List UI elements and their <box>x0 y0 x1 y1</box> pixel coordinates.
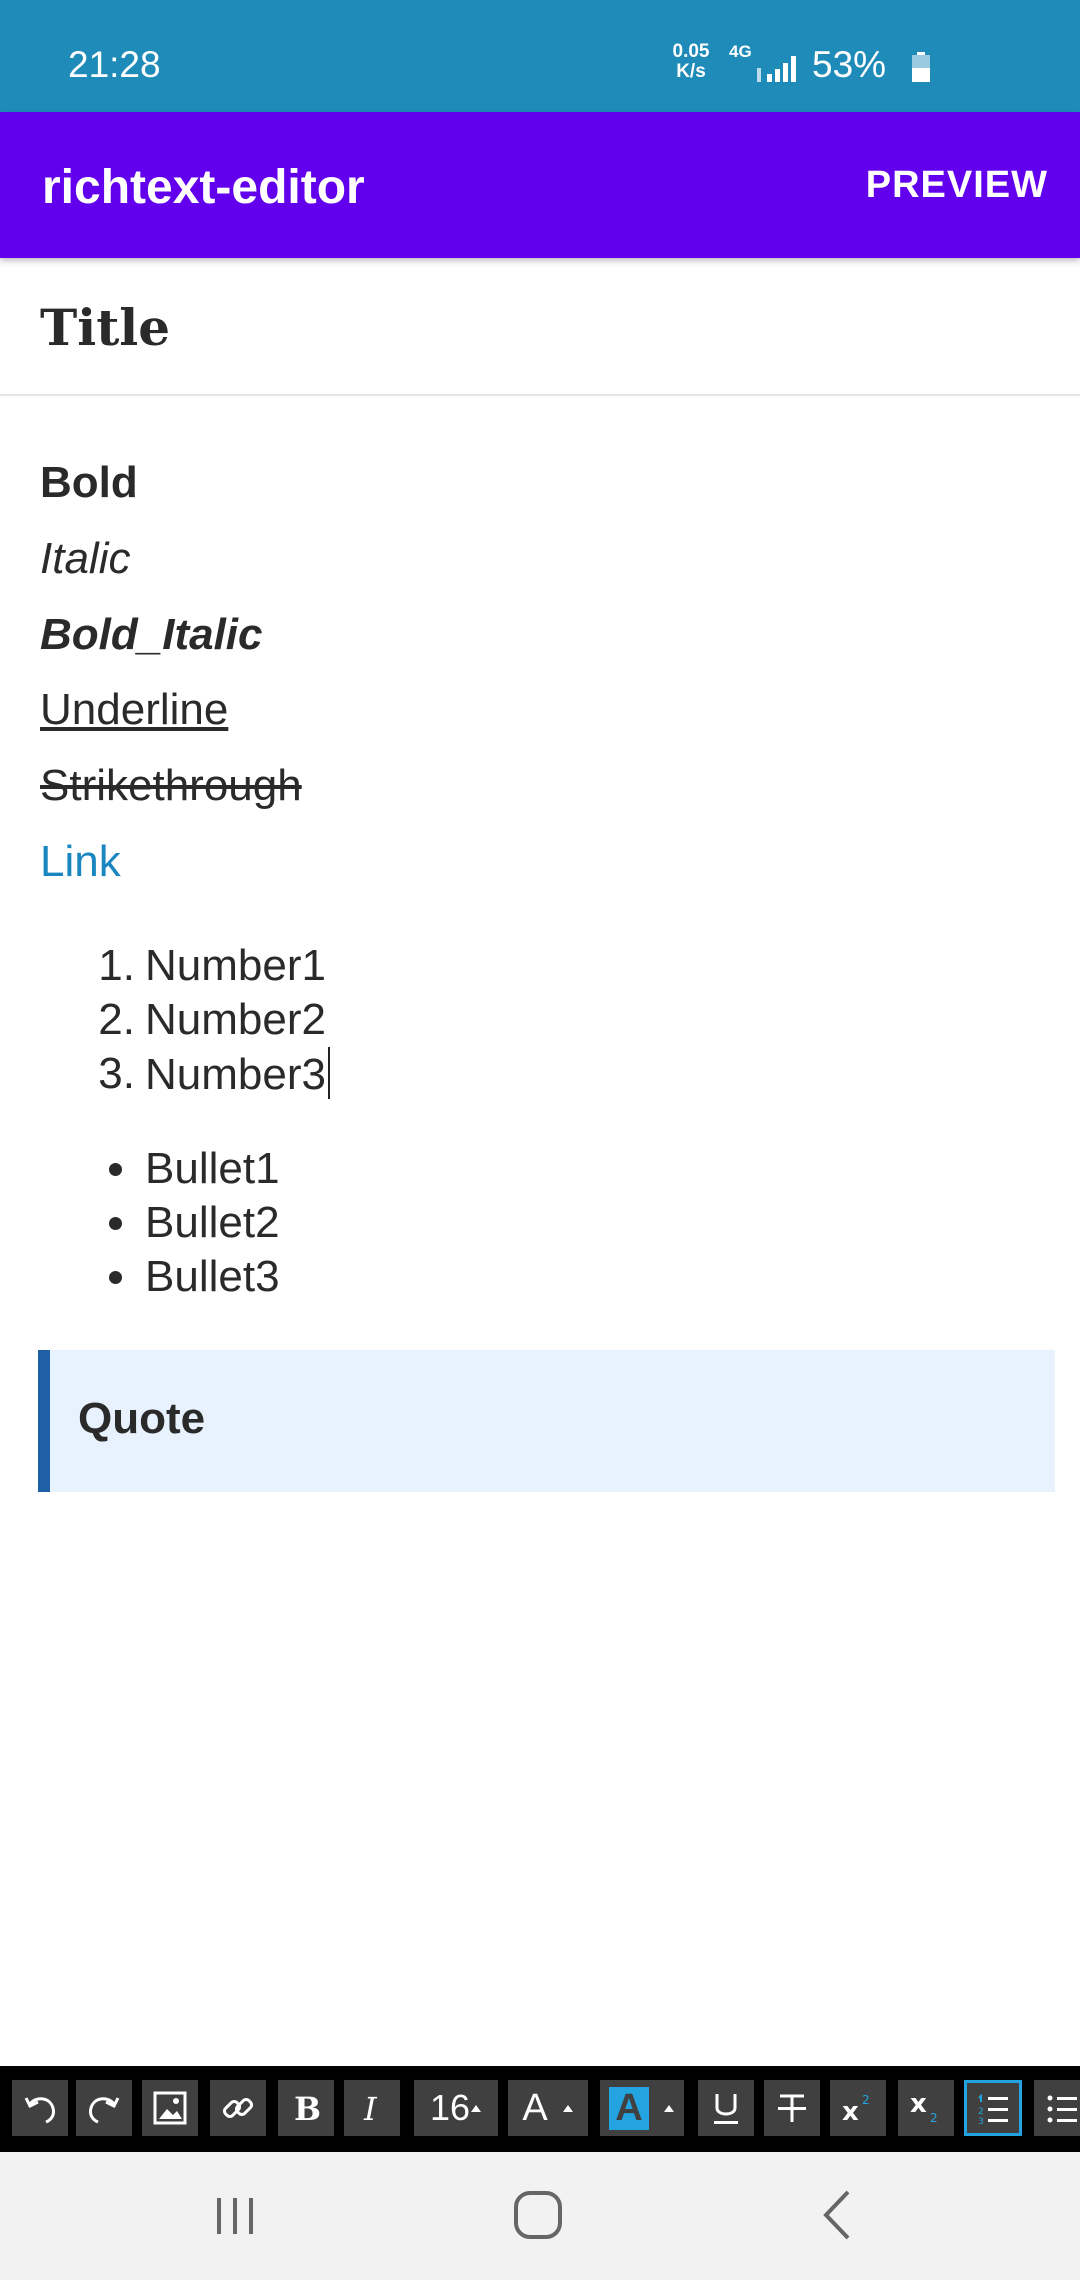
underline-icon <box>714 2094 738 2124</box>
italic-text: Italic <box>40 534 131 583</box>
svg-text:3: 3 <box>978 2117 984 2127</box>
signal-icon <box>757 56 796 82</box>
list-marker: 2. <box>98 995 135 1044</box>
redo-icon <box>89 2097 120 2124</box>
svg-text:2: 2 <box>978 2107 984 2117</box>
redo-button[interactable] <box>76 2080 132 2136</box>
list-item-text: Bullet2 <box>145 1198 280 1247</box>
chevron-up-icon <box>663 2105 674 2112</box>
network-type: 4G <box>729 42 752 61</box>
text-cursor <box>327 1047 330 1099</box>
superscript-button[interactable]: x2 <box>830 2080 886 2136</box>
battery-icon <box>912 52 930 82</box>
bold-icon: B <box>294 2090 321 2128</box>
undo-icon <box>24 2097 55 2124</box>
status-time: 21:28 <box>68 44 161 85</box>
font-size-button[interactable]: 16 <box>414 2080 498 2136</box>
home-button[interactable] <box>498 2184 578 2248</box>
recent-apps-icon <box>217 2198 253 2234</box>
underline-button[interactable] <box>698 2080 754 2136</box>
app-bar: richtext-editor PREVIEW <box>0 112 1080 258</box>
system-navigation-bar <box>0 2152 1080 2280</box>
home-icon <box>514 2191 562 2239</box>
list-item: 1. Number1 <box>98 939 330 993</box>
formatting-toolbar: B I 16 A A x2 x2 23 <box>0 2066 1080 2152</box>
title-field[interactable]: Title <box>0 258 1080 396</box>
insert-image-button[interactable] <box>142 2080 198 2136</box>
italic-icon: I <box>363 2090 378 2128</box>
list-item: 3. Number3 <box>98 1047 330 1101</box>
status-indicators: 0.05 K/s 4G 53% <box>667 42 937 90</box>
list-marker: 3. <box>98 1049 135 1098</box>
italic-button[interactable]: I <box>344 2080 400 2136</box>
numbered-list: 1. Number1 2. Number2 3. Number3 <box>98 939 330 1101</box>
svg-text:x: x <box>910 2089 927 2119</box>
superscript-icon: x2 <box>842 2093 870 2127</box>
network-speed-unit: K/s <box>676 61 706 82</box>
subscript-icon: x2 <box>910 2089 938 2125</box>
link-icon <box>222 2097 254 2119</box>
background-color-icon: A <box>609 2086 649 2130</box>
svg-text:x: x <box>842 2097 859 2127</box>
recent-apps-button[interactable] <box>195 2184 275 2248</box>
chevron-up-icon <box>562 2105 573 2112</box>
rich-text-editor[interactable]: Bold Italic Bold_Italic Underline Strike… <box>0 396 1080 2066</box>
subscript-button[interactable]: x2 <box>898 2080 954 2136</box>
undo-button[interactable] <box>12 2080 68 2136</box>
bullet-icon <box>109 1217 122 1230</box>
app-title: richtext-editor <box>42 161 365 214</box>
numbered-list-button[interactable]: 23 <box>964 2080 1022 2136</box>
list-item-text: Bullet1 <box>145 1144 280 1193</box>
insert-link-button[interactable] <box>210 2080 266 2136</box>
strikethrough-button[interactable] <box>764 2080 820 2136</box>
bold-italic-text: Bold_Italic <box>40 610 263 659</box>
list-item: Bullet1 <box>109 1142 280 1196</box>
svg-text:2: 2 <box>930 2111 938 2125</box>
strikethrough-text: Strikethrough <box>40 761 302 810</box>
font-color-button[interactable]: A <box>508 2080 588 2136</box>
bullet-list: Bullet1 Bullet2 Bullet3 <box>109 1142 280 1304</box>
list-item-text: Number1 <box>145 941 326 990</box>
list-item-text: Bullet3 <box>145 1252 280 1301</box>
list-item: 2. Number2 <box>98 993 330 1047</box>
list-marker: 1. <box>98 941 135 990</box>
status-bar: 21:28 0.05 K/s 4G 53% <box>0 0 1080 112</box>
back-button[interactable] <box>800 2184 880 2248</box>
back-icon <box>823 2190 850 2240</box>
svg-text:2: 2 <box>862 2093 870 2107</box>
underline-text: Underline <box>40 685 229 734</box>
bold-text: Bold <box>40 458 138 507</box>
svg-text:B: B <box>294 2090 321 2128</box>
list-item-text: Number3 <box>145 1050 326 1099</box>
preview-button[interactable]: PREVIEW <box>866 164 1048 207</box>
list-item-text: Number2 <box>145 995 326 1044</box>
bullet-list-icon <box>1047 2095 1077 2123</box>
bold-button[interactable]: B <box>278 2080 334 2136</box>
link-text[interactable]: Link <box>40 837 121 887</box>
image-icon <box>153 2091 187 2125</box>
svg-text:I: I <box>363 2090 378 2128</box>
background-color-button[interactable]: A <box>600 2080 684 2136</box>
strikethrough-icon <box>778 2094 806 2122</box>
bullet-icon <box>109 1163 122 1176</box>
font-color-icon: A <box>522 2086 548 2129</box>
network-speed: 0.05 K/s <box>667 42 715 82</box>
title-text: Title <box>40 298 171 357</box>
chevron-up-icon <box>471 2105 482 2112</box>
quote-text: Quote <box>78 1394 206 1443</box>
network-speed-value: 0.05 <box>672 41 710 62</box>
font-size-value: 16 <box>429 2087 471 2128</box>
numbered-list-icon: 23 <box>978 2093 1008 2127</box>
bullet-list-button[interactable] <box>1034 2080 1080 2136</box>
list-item: Bullet2 <box>109 1196 280 1250</box>
battery-percent: 53% <box>812 44 887 85</box>
bullet-icon <box>109 1271 122 1284</box>
list-item: Bullet3 <box>109 1250 280 1304</box>
blockquote: Quote <box>38 1350 1055 1492</box>
